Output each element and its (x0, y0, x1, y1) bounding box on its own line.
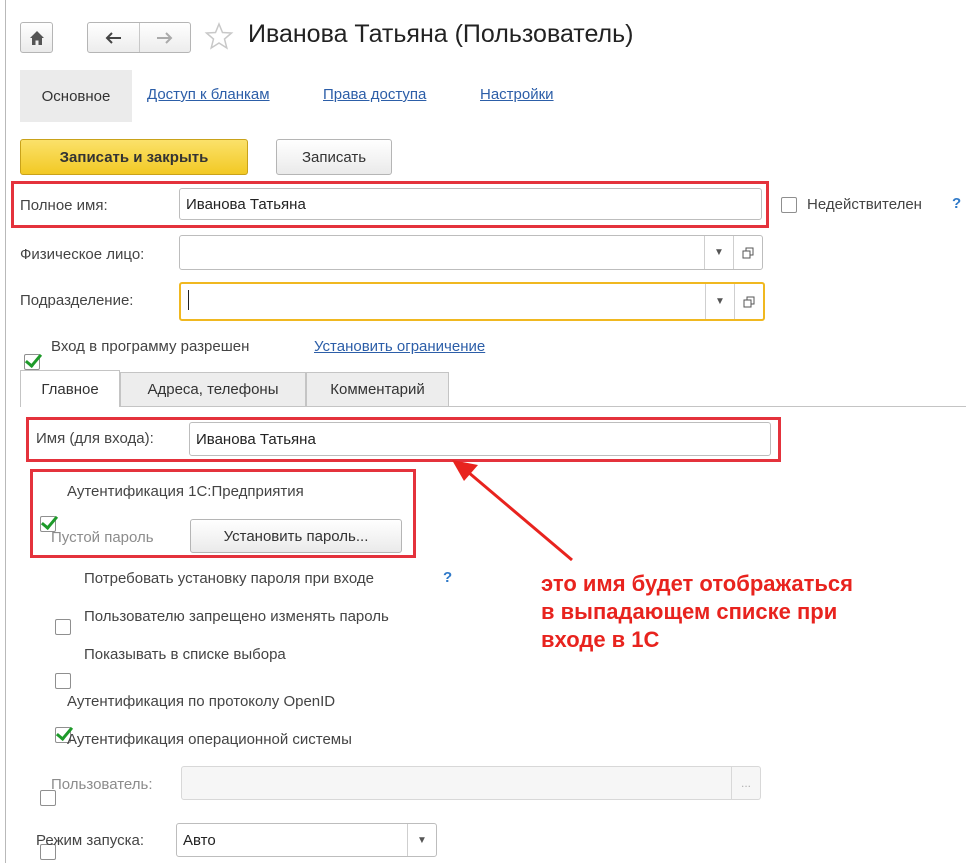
open-form-icon (743, 296, 755, 307)
invalid-label: Недействителен (807, 196, 922, 213)
invalid-help-icon[interactable]: ? (952, 195, 961, 212)
require-password-label: Потребовать установку пароля при входе (84, 570, 374, 587)
nav-tab-settings[interactable]: Настройки (480, 86, 554, 103)
empty-password-label: Пустой пароль (51, 529, 154, 546)
tab-main[interactable]: Главное (20, 370, 120, 407)
individual-label: Физическое лицо: (20, 246, 145, 263)
full-name-label: Полное имя: (20, 197, 108, 214)
back-arrow-icon (106, 31, 122, 44)
history-nav-group (87, 22, 191, 53)
home-icon (29, 30, 44, 45)
dropdown-arrow-icon: ▼ (714, 247, 724, 258)
individual-input[interactable]: ▼ (179, 235, 763, 270)
dropdown-arrow-icon: ▼ (715, 296, 725, 307)
set-password-button[interactable]: Установить пароль... (190, 519, 402, 553)
auth-os-label: Аутентификация операционной системы (67, 731, 352, 748)
launch-mode-select[interactable]: Авто ▼ (176, 823, 437, 857)
login-name-label: Имя (для входа): (36, 430, 154, 447)
forward-arrow-icon (156, 31, 173, 44)
full-name-input[interactable]: Иванова Татьяна (179, 188, 762, 220)
individual-open-button[interactable] (733, 236, 762, 269)
back-button[interactable] (88, 23, 140, 52)
department-label: Подразделение: (20, 292, 134, 309)
home-button[interactable] (20, 22, 53, 53)
set-restriction-link[interactable]: Установить ограничение (314, 338, 485, 355)
open-form-icon (742, 247, 754, 258)
save-and-close-button[interactable]: Записать и закрыть (20, 139, 248, 175)
department-input[interactable]: ▼ (179, 282, 765, 321)
favorite-star-button[interactable] (204, 21, 236, 53)
login-name-value: Иванова Татьяна (196, 430, 316, 448)
nav-tab-main-label: Основное (41, 87, 111, 105)
auth-openid-label: Аутентификация по протоколу OpenID (67, 693, 336, 710)
auth-1c-label: Аутентификация 1С:Предприятия (67, 483, 304, 500)
tab-main-label: Главное (41, 380, 99, 398)
login-allowed-label: Вход в программу разрешен (51, 338, 250, 355)
require-password-checkbox[interactable] (55, 619, 71, 635)
nav-tab-forms-access[interactable]: Доступ к бланкам (147, 86, 270, 103)
dropdown-arrow-icon: ▼ (417, 834, 427, 846)
window-left-border (5, 0, 6, 863)
launch-mode-value: Авто (183, 831, 216, 849)
forward-button[interactable] (140, 23, 190, 52)
tab-addresses-phones[interactable]: Адреса, телефоны (120, 372, 306, 406)
department-open-button[interactable] (734, 284, 763, 319)
nav-tab-access-rights[interactable]: Права доступа (323, 86, 426, 103)
invalid-checkbox[interactable] (781, 197, 797, 213)
launch-mode-dropdown-button[interactable]: ▼ (407, 824, 436, 856)
annotation-text: это имя будет отображаться в выпадающем … (541, 571, 853, 652)
tabs-baseline (20, 406, 966, 407)
tab-comment[interactable]: Комментарий (306, 372, 449, 406)
forbid-password-change-checkbox[interactable] (55, 673, 71, 689)
save-button[interactable]: Записать (276, 139, 392, 175)
os-user-select-button: ... (731, 767, 760, 799)
launch-mode-label: Режим запуска: (36, 832, 144, 849)
full-name-value: Иванова Татьяна (186, 195, 306, 213)
tab-comment-label: Комментарий (330, 381, 425, 398)
login-allowed-checkbox[interactable] (24, 354, 40, 370)
os-user-label: Пользователь: (51, 776, 153, 793)
text-cursor (188, 290, 189, 310)
star-icon (204, 22, 234, 50)
window-title: Иванова Татьяна (Пользователь) (248, 20, 634, 48)
show-in-list-label: Показывать в списке выбора (84, 646, 286, 663)
individual-dropdown-button[interactable]: ▼ (704, 236, 733, 269)
tab-addresses-phones-label: Адреса, телефоны (147, 381, 279, 398)
department-dropdown-button[interactable]: ▼ (705, 284, 734, 319)
forbid-password-change-label: Пользователю запрещено изменять пароль (84, 608, 389, 625)
nav-tab-main[interactable]: Основное (20, 70, 132, 122)
os-user-input: ... (181, 766, 761, 800)
annotation-arrow (452, 460, 573, 562)
